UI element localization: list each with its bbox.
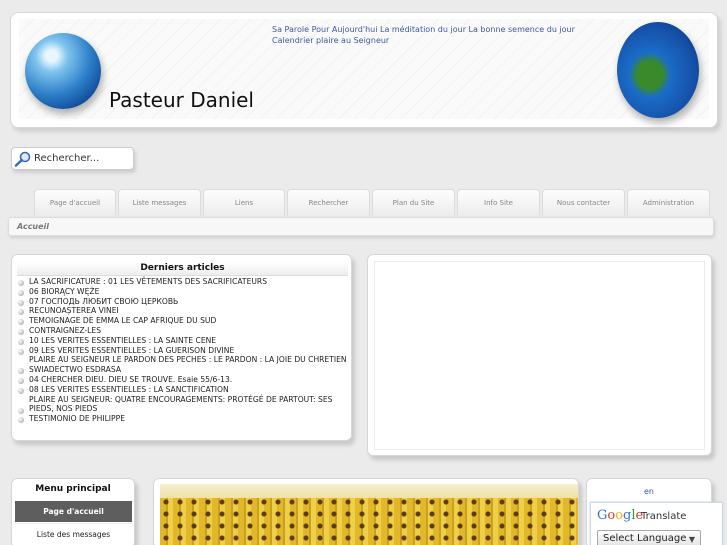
list-item[interactable]: 08 LES VERITES ESSENTIELLES : LA SANCTIF… [16,385,347,395]
list-item[interactable]: 07 ГОСПОДЬ ЛЮБИТ СВОЮ ЦЕРКОВЬ [16,297,347,307]
menu-item-messages[interactable]: Liste des messages [15,523,132,544]
breadcrumb-home[interactable]: Accueil [17,222,49,231]
earth-globe-icon [617,22,699,118]
main-menu-title: Menu principal [35,484,111,494]
tab-site-info[interactable]: Info Site [457,189,540,216]
tab-site-map[interactable]: Plan du Site [372,189,455,216]
content-panel [367,254,712,456]
latest-articles-title: Derniers articles [17,262,348,276]
article-list: LA SACRIFICATURE : 01 LES VÊTEMENTS DES … [16,277,347,424]
list-item[interactable]: 10 LES VERITES ESSENTIELLES : LA SAINTE … [16,336,347,346]
tab-links[interactable]: Liens [203,189,285,216]
latest-articles-panel: Derniers articles LA SACRIFICATURE : 01 … [11,254,352,441]
list-item[interactable]: LA SACRIFICATURE : 01 LES VÊTEMENTS DES … [16,277,347,287]
menu-item-home[interactable]: Page d'accueil [15,501,132,522]
content-frame [374,261,705,450]
tab-contact[interactable]: Nous contacter [542,189,625,216]
list-item[interactable]: 04 CHERCHER DIEU. DIEU SE TROUVE. Esaie … [16,375,347,385]
chevron-down-icon: ▼ [688,535,695,544]
language-code[interactable]: en [587,487,711,496]
site-title[interactable]: Pasteur Daniel [109,88,254,112]
tab-home[interactable]: Page d'accueil [34,189,116,216]
search-box[interactable] [11,147,134,170]
globe-logo-icon [25,33,101,109]
google-logo: Google [597,508,644,523]
breadcrumb: Accueil [8,217,714,236]
language-select[interactable]: Select Language ▼ [597,530,701,545]
list-item[interactable]: PLAIRE AU SEIGNEUR LE PARDON DES PECHES … [16,355,347,374]
header-links[interactable]: Sa Parole Pour Aujourd'hui La méditation… [272,24,607,46]
language-select-value: Select Language [603,533,687,544]
sunflower-photo-panel [153,478,579,545]
list-item[interactable]: SWIADECTWO ESDRASA [16,365,347,375]
list-item[interactable]: TEMOIGNAGE DE EMMA LE CAP AFRIQUE DU SUD [16,316,347,326]
translate-label: Translate [641,511,687,522]
tab-administration[interactable]: Administration [627,189,710,216]
tab-search[interactable]: Rechercher [287,189,370,216]
list-item[interactable]: RECUNOAȘTEREA VINEI [16,306,347,316]
list-item[interactable]: CONTRAIGNEZ-LES [16,326,347,336]
search-input[interactable] [34,150,130,166]
list-item[interactable]: 06 BIORĄCY WĘŻE [16,287,347,297]
search-icon [14,151,31,167]
google-translate-widget: Google Translate Select Language ▼ [590,502,723,545]
main-menu: Menu principal Page d'accueil Liste des … [11,478,135,545]
list-item[interactable]: PLAIRE AU SEIGNEUR: QUATRE ENCOURAGEMENT… [16,395,347,415]
sunflower-sky [160,484,578,498]
list-item[interactable]: TESTIMONIO DE PHILIPPE [16,414,347,424]
list-item[interactable]: 09 LES VERITES ESSENTIELLES : LA GUERISO… [16,346,347,356]
tab-message-list[interactable]: Liste messages [118,189,201,216]
